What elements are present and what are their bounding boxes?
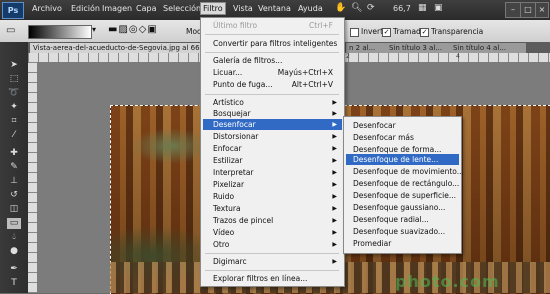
transparency-checkbox[interactable]: ✓ — [420, 27, 429, 37]
rotate-icon[interactable]: ⟳ — [367, 3, 375, 13]
menu-item-stylize[interactable]: Estilizar ▶ — [203, 155, 342, 166]
menu-ventana[interactable]: Ventana — [258, 4, 291, 13]
minimize-button[interactable]: – — [505, 2, 521, 18]
photoshop-logo: Ps — [2, 2, 24, 19]
menu-item-smart-blur[interactable]: Desenfoque suavizado... — [346, 226, 459, 237]
gradient-type-icons[interactable]: ▬▨◎◇▣ — [108, 24, 158, 35]
menu-imagen[interactable]: Imagen — [102, 4, 132, 13]
arrange-icon[interactable]: ▦ — [418, 3, 427, 13]
menu-item-filter-gallery[interactable]: Galería de filtros... — [213, 55, 341, 66]
chevron-down-icon[interactable]: ▾ — [92, 25, 96, 34]
menu-archivo[interactable]: Archivo — [32, 4, 62, 13]
screen-mode-icon[interactable]: ▣ — [434, 3, 443, 13]
brush-tool-icon[interactable]: ✎ — [7, 162, 21, 173]
menu-item-motion-blur[interactable]: Desenfoque de movimiento... — [346, 166, 464, 177]
zoom-level[interactable]: 66,7 — [393, 4, 411, 13]
menu-item-liquify[interactable]: Licuar... Mayús+Ctrl+X — [213, 67, 341, 78]
filter-menu: Último filtro Ctrl+F Convertir para filtr… — [200, 17, 345, 287]
menu-item-sharpen[interactable]: Enfocar ▶ — [203, 143, 342, 154]
invert-checkbox[interactable] — [350, 27, 359, 37]
clone-stamp-icon[interactable]: ⊥ — [7, 176, 21, 187]
menu-item-pixelate[interactable]: Pixelizar ▶ — [203, 179, 342, 190]
tools-panel: ➤ ⬚ ➰ ✦ ⌗ ⁄ ✚ ✎ ⊥ ↺ ◫ ▭ 💧︎ ● ✒ T — [0, 42, 28, 293]
menu-item-render[interactable]: Interpretar ▶ — [203, 167, 342, 178]
gradient-tool-icon[interactable]: ▭ — [7, 218, 21, 229]
ruler-number: 4 — [456, 53, 460, 60]
menu-edicion[interactable]: Edición — [71, 4, 100, 13]
menu-item-blur[interactable]: Desenfocar ▶ — [203, 119, 342, 130]
transparency-option[interactable]: ✓ Transparencia — [420, 27, 483, 37]
menu-item-lens-blur[interactable]: Desenfoque de lente... — [346, 154, 459, 165]
zoom-icon[interactable]: 🔍︎ — [351, 3, 362, 13]
watermark: photo.com — [395, 272, 500, 291]
history-brush-icon[interactable]: ↺ — [7, 190, 21, 201]
document-tab[interactable]: n 2 al... — [346, 43, 388, 53]
ruler-number: 2 — [346, 53, 350, 60]
menu-item-video[interactable]: Vídeo ▶ — [203, 227, 342, 238]
document-tab[interactable]: Sin título 3 al... — [386, 43, 452, 53]
menu-item-brush-strokes[interactable]: Trazos de pincel ▶ — [203, 215, 342, 226]
blur-submenu: Desenfocar Desenfocar más Desenfoque de … — [343, 116, 464, 254]
blur-tool-icon[interactable]: 💧︎ — [7, 232, 21, 243]
type-tool-icon[interactable]: T — [7, 278, 21, 289]
pen-tool-icon[interactable]: ✒ — [7, 264, 21, 275]
menu-item-browse-online[interactable]: Explorar filtros en línea... — [213, 273, 341, 284]
dodge-tool-icon[interactable]: ● — [7, 246, 21, 257]
menu-item-other[interactable]: Otro ▶ — [203, 239, 342, 250]
lasso-tool-icon[interactable]: ➰ — [7, 88, 21, 99]
crop-tool-icon[interactable]: ⌗ — [7, 116, 21, 127]
menu-capa[interactable]: Capa — [136, 4, 156, 13]
menu-item-noise[interactable]: Ruido ▶ — [203, 191, 342, 202]
menu-item-vanishing-point[interactable]: Punto de fuga... Alt+Ctrl+V — [213, 79, 341, 90]
magic-wand-icon[interactable]: ✦ — [7, 102, 21, 113]
marquee-tool-icon[interactable]: ⬚ — [7, 74, 21, 85]
eraser-icon[interactable]: ◫ — [7, 204, 21, 215]
document-tab[interactable]: Sin título 4 al... — [450, 43, 526, 53]
menu-item-convert-smart-filters[interactable]: Convertir para filtros inteligentes — [213, 38, 341, 49]
eyedropper-icon[interactable]: ⁄ — [7, 130, 21, 141]
hand-icon[interactable]: ✋ — [335, 3, 346, 13]
transparency-label: Transparencia — [431, 27, 484, 36]
close-button[interactable]: × — [535, 2, 549, 18]
menu-item-surface-blur[interactable]: Desenfoque de superficie... — [346, 190, 459, 201]
menu-vista[interactable]: Vista — [233, 4, 253, 13]
menu-item-artistic[interactable]: Artístico ▶ — [203, 97, 342, 108]
menu-item-blur-simple[interactable]: Desenfocar — [346, 120, 459, 131]
dither-checkbox[interactable]: ✓ — [382, 27, 391, 37]
menu-filtro[interactable]: Filtro — [200, 2, 226, 15]
maximize-button[interactable]: □ — [520, 2, 536, 18]
menu-item-blur-more[interactable]: Desenfocar más — [346, 132, 459, 143]
healing-brush-icon[interactable]: ✚ — [7, 148, 21, 159]
move-tool-icon[interactable]: ➤ — [7, 60, 21, 71]
menu-item-texture[interactable]: Textura ▶ — [203, 203, 342, 214]
dither-option[interactable]: ✓ Tramado — [382, 27, 425, 37]
menu-ayuda[interactable]: Ayuda — [298, 4, 323, 13]
menu-item-box-blur[interactable]: Desenfoque de rectángulo... — [346, 178, 459, 189]
menu-item-digimarc[interactable]: Digimarc ▶ — [203, 256, 342, 267]
menu-item-average[interactable]: Promediar — [346, 238, 459, 249]
menu-item-distort[interactable]: Distorsionar ▶ — [203, 131, 342, 142]
menu-item-sketch[interactable]: Bosquejar ▶ — [203, 108, 342, 119]
menu-item-radial-blur[interactable]: Desenfoque radial... — [346, 214, 459, 225]
document-tab-active[interactable]: Vista-aerea-del-acueducto-de-Segovia.jpg… — [30, 43, 202, 53]
menu-seleccion[interactable]: Selección — [163, 4, 201, 13]
menu-item-last-filter: Último filtro Ctrl+F — [213, 21, 333, 30]
gradient-tool-icon[interactable]: ▭ — [6, 25, 15, 36]
gradient-swatch[interactable] — [28, 25, 92, 39]
menu-item-gaussian-blur[interactable]: Desenfoque gaussiano... — [346, 202, 459, 213]
